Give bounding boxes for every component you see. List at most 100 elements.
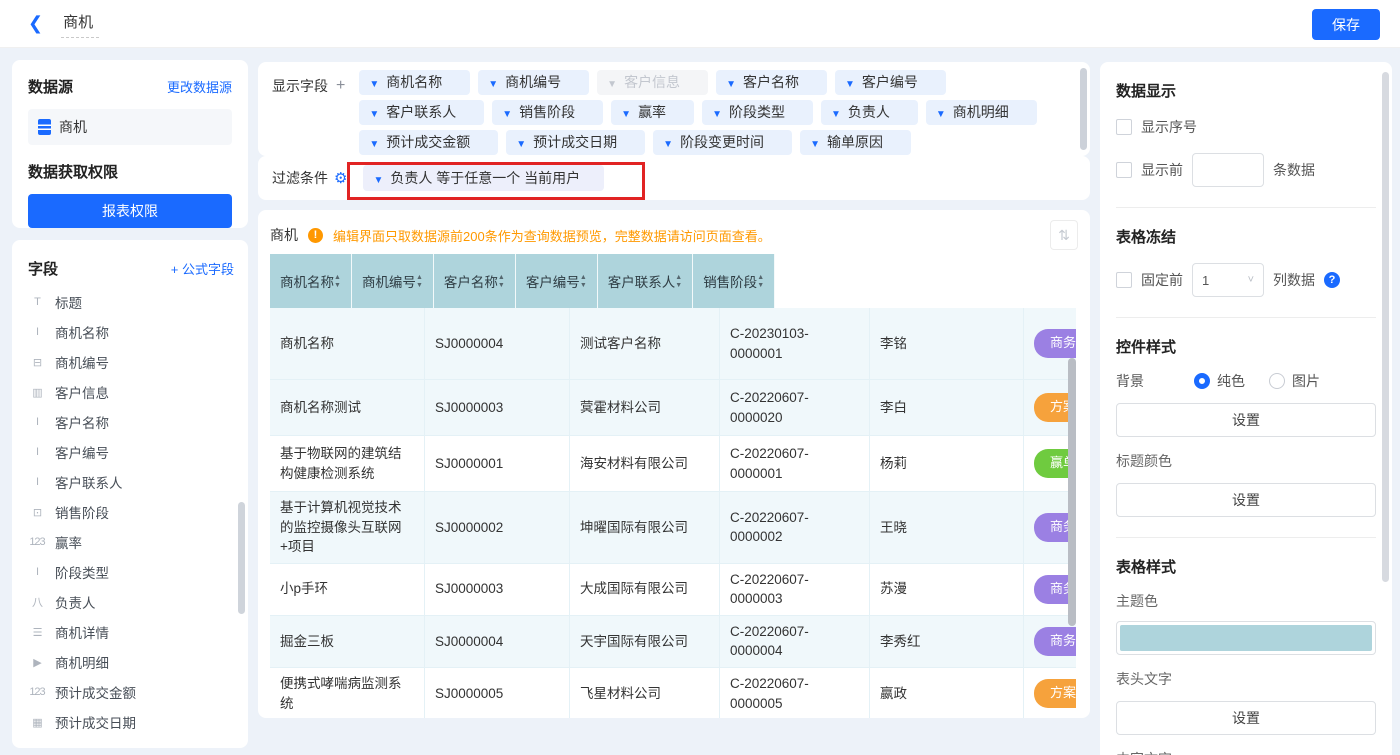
chevron-down-icon[interactable]: ▼ xyxy=(516,139,526,150)
field-item[interactable]: I 商机名称 xyxy=(28,317,234,347)
table-row[interactable]: 商机名称测试 SJ0000003 蓂霍材料公司 C-20220607-00000… xyxy=(270,380,1076,436)
display-field-chip[interactable]: ▼输单原因 xyxy=(800,130,911,155)
chip-label: 客户信息 xyxy=(624,74,680,90)
table-header-cell[interactable]: 商机编号 ▲▼ xyxy=(352,254,434,308)
field-item[interactable]: ▦ 预计成交日期 xyxy=(28,707,234,737)
field-item[interactable]: ⊡ 销售阶段 xyxy=(28,497,234,527)
chevron-down-icon[interactable]: ▼ xyxy=(488,79,498,90)
save-button[interactable]: 保存 xyxy=(1312,9,1380,40)
display-field-chip[interactable]: ▼赢率 xyxy=(611,100,694,125)
field-item[interactable]: ▶ 商机明细 xyxy=(28,647,234,677)
field-item[interactable]: ▥ 客户信息 xyxy=(28,377,234,407)
chevron-down-icon[interactable]: ▼ xyxy=(369,79,379,90)
display-fields-scrollbar[interactable] xyxy=(1080,68,1087,150)
filter-settings-gear-icon[interactable]: ⚙ xyxy=(334,169,347,187)
header-text-setting-button[interactable]: 设置 xyxy=(1116,701,1376,735)
field-item[interactable]: I 阶段类型 xyxy=(28,557,234,587)
field-item[interactable]: I 客户联系人 xyxy=(28,467,234,497)
change-datasource-link[interactable]: 更改数据源 xyxy=(167,77,232,96)
chevron-down-icon[interactable]: ▼ xyxy=(607,79,617,90)
sort-arrows-icon[interactable]: ▲▼ xyxy=(675,274,682,289)
settings-scrollbar[interactable] xyxy=(1382,72,1389,582)
display-field-chip[interactable]: ▼商机明细 xyxy=(926,100,1037,125)
table-header-cell[interactable]: 销售阶段 ▲▼ xyxy=(693,254,775,308)
display-field-chip[interactable]: ▼预计成交日期 xyxy=(506,130,645,155)
chevron-down-icon[interactable]: ▼ xyxy=(502,109,512,120)
chevron-down-icon[interactable]: ▼ xyxy=(373,175,383,186)
row-limit-input[interactable] xyxy=(1192,153,1264,187)
fields-scrollbar[interactable] xyxy=(238,502,245,614)
back-icon[interactable]: ❮ xyxy=(28,13,43,34)
field-item[interactable]: I 客户名称 xyxy=(28,407,234,437)
solid-color-radio[interactable] xyxy=(1194,373,1210,389)
show-first-checkbox[interactable] xyxy=(1116,162,1132,178)
table-row[interactable]: 小p手环 SJ0000003 大成国际有限公司 C-20220607-00000… xyxy=(270,564,1076,616)
chevron-down-icon[interactable]: ▼ xyxy=(621,109,631,120)
cell-opportunity-name: 商机名称 xyxy=(270,308,425,380)
field-item[interactable]: 八 负责人 xyxy=(28,587,234,617)
table-header-cell[interactable]: 商机名称 ▲▼ xyxy=(270,254,352,308)
table-row[interactable]: 掘金三板 SJ0000004 天宇国际有限公司 C-20220607-00000… xyxy=(270,616,1076,668)
field-item[interactable]: ⊟ 商机编号 xyxy=(28,347,234,377)
sort-arrows-icon[interactable]: ▲▼ xyxy=(498,274,505,289)
chevron-down-icon[interactable]: ▼ xyxy=(845,79,855,90)
table-row[interactable]: 便携式哮喘病监测系统 SJ0000005 飞星材料公司 C-20220607-0… xyxy=(270,668,1076,718)
chevron-down-icon[interactable]: ▼ xyxy=(810,139,820,150)
freeze-count-select[interactable]: 1 ˅ xyxy=(1192,263,1264,297)
table-style-heading: 表格样式 xyxy=(1116,556,1376,577)
field-item[interactable]: T 标题 xyxy=(28,287,234,317)
table-row[interactable]: 商机名称 SJ0000004 测试客户名称 C-20230103-0000001… xyxy=(270,308,1076,380)
image-radio[interactable] xyxy=(1269,373,1285,389)
display-field-chip[interactable]: ▼销售阶段 xyxy=(492,100,603,125)
theme-color-swatch[interactable] xyxy=(1116,621,1376,655)
chevron-down-icon: ˅ xyxy=(1248,274,1254,286)
display-field-chip[interactable]: ▼商机名称 xyxy=(359,70,470,95)
display-field-chip[interactable]: ▼客户联系人 xyxy=(359,100,484,125)
sort-arrows-icon[interactable]: ▲▼ xyxy=(334,274,341,289)
chevron-down-icon[interactable]: ▼ xyxy=(369,109,379,120)
display-field-chip[interactable]: ▼商机编号 xyxy=(478,70,589,95)
filter-condition-chip[interactable]: ▼负责人 等于任意一个 当前用户 xyxy=(363,165,604,191)
table-header-cell[interactable]: 客户名称 ▲▼ xyxy=(434,254,516,308)
field-item[interactable]: I 客户编号 xyxy=(28,437,234,467)
display-field-chip[interactable]: ▼客户名称 xyxy=(716,70,827,95)
cell-opportunity-code: SJ0000005 xyxy=(425,668,570,718)
field-item[interactable]: 123 预计成交金额 xyxy=(28,677,234,707)
title-color-setting-button[interactable]: 设置 xyxy=(1116,483,1376,517)
table-vertical-scrollbar[interactable] xyxy=(1068,358,1076,626)
field-item[interactable]: 123 赢率 xyxy=(28,527,234,557)
sort-arrows-icon[interactable]: ▲▼ xyxy=(580,274,587,289)
datasource-item[interactable]: 商机 xyxy=(28,109,232,145)
show-index-checkbox[interactable] xyxy=(1116,119,1132,135)
display-field-chip[interactable]: ▼客户编号 xyxy=(835,70,946,95)
freeze-columns-checkbox[interactable] xyxy=(1116,272,1132,288)
display-field-chip[interactable]: ▼ 客户信息 xyxy=(597,70,708,95)
filter-panel: 过滤条件 ⚙ ▼负责人 等于任意一个 当前用户 xyxy=(258,156,1090,200)
report-permission-button[interactable]: 报表权限 xyxy=(28,194,232,228)
field-item[interactable]: ☰ 商机详情 xyxy=(28,617,234,647)
chevron-down-icon[interactable]: ▼ xyxy=(369,139,379,150)
display-field-chip[interactable]: ▼阶段类型 xyxy=(702,100,813,125)
help-question-icon[interactable]: ? xyxy=(1324,272,1340,288)
add-display-field-button[interactable]: + xyxy=(336,77,345,95)
sort-order-icon[interactable]: ⇅ xyxy=(1050,220,1078,250)
page-title[interactable]: 商机 xyxy=(61,9,99,38)
display-field-chip[interactable]: ▼ 负责人 xyxy=(821,100,918,125)
sort-arrows-icon[interactable]: ▲▼ xyxy=(416,274,423,289)
display-field-chip[interactable]: ▼预计成交金额 xyxy=(359,130,498,155)
table-row[interactable]: 基于物联网的建筑结构健康检测系统 SJ0000001 海安材料有限公司 C-20… xyxy=(270,436,1076,492)
chevron-down-icon[interactable]: ▼ xyxy=(726,79,736,90)
chevron-down-icon[interactable]: ▼ xyxy=(712,109,722,120)
sort-arrows-icon[interactable]: ▲▼ xyxy=(757,274,764,289)
chevron-down-icon[interactable]: ▼ xyxy=(936,109,946,120)
table-row[interactable]: 基于计算机视觉技术的监控摄像头互联网+项目 SJ0000002 坤曜国际有限公司… xyxy=(270,492,1076,564)
add-formula-field-link[interactable]: + 公式字段 xyxy=(171,259,234,278)
table-header-cell[interactable]: 客户联系人 ▲▼ xyxy=(598,254,693,308)
chip-label: 负责人 xyxy=(848,104,890,120)
display-field-chip[interactable]: ▼阶段变更时间 xyxy=(653,130,792,155)
freeze-prefix-label: 固定前 xyxy=(1141,270,1183,290)
chevron-down-icon[interactable]: ▼ xyxy=(663,139,673,150)
chevron-down-icon[interactable]: ▼ xyxy=(831,109,841,120)
background-setting-button[interactable]: 设置 xyxy=(1116,403,1376,437)
table-header-cell[interactable]: 客户编号 ▲▼ xyxy=(516,254,598,308)
